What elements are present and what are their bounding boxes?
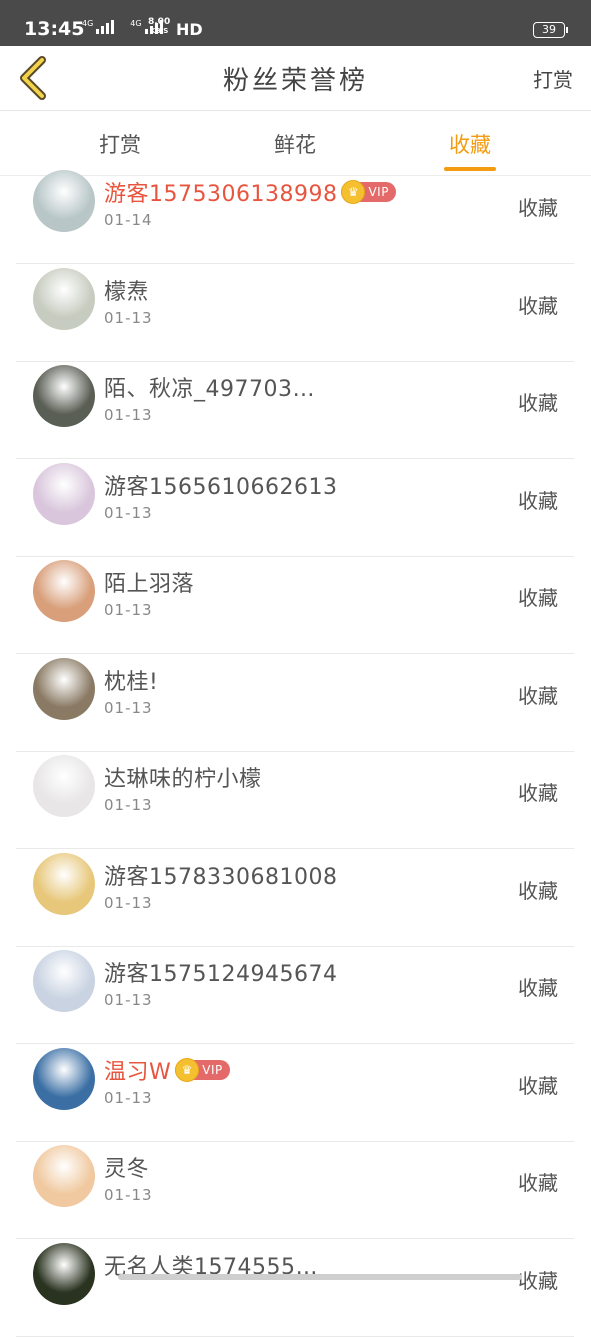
favorite-date: 01-13 — [104, 991, 153, 1009]
vip-badge: ♛ VIP — [341, 180, 396, 204]
user-name: 游客1578330681008 — [104, 859, 337, 891]
user-name-text: 温习W — [104, 1059, 172, 1085]
avatar[interactable] — [33, 365, 95, 427]
list-item[interactable]: 游客1575306138998 ♛ VIP 01-14 收藏 — [16, 166, 574, 264]
list-item[interactable]: 灵冬 01-13 收藏 — [16, 1141, 574, 1239]
favorite-action-label: 收藏 — [518, 1268, 558, 1293]
list-item[interactable]: 檬焘 01-13 收藏 — [16, 264, 574, 362]
avatar[interactable] — [33, 462, 95, 525]
user-name: 温习W ♛ VIP — [104, 1054, 230, 1086]
user-name-text: 游客1575124945674 — [104, 962, 338, 987]
favorite-action-label: 收藏 — [518, 488, 558, 513]
user-name-text: 游客1565610662613 — [104, 474, 338, 500]
list-item[interactable]: 陌、秋凉_497703… 01-13 收藏 — [16, 361, 574, 459]
user-name-text: 檬焘 — [104, 279, 150, 305]
avatar[interactable] — [33, 267, 95, 330]
user-name-text: 陌上羽落 — [104, 572, 195, 597]
vip-badge: ♛ VIP — [175, 1057, 230, 1082]
network-type-label: 4G — [82, 19, 94, 28]
crown-icon: ♛ — [175, 1057, 200, 1082]
user-name-text: 游客1575306138998 — [104, 182, 338, 207]
avatar[interactable] — [33, 852, 95, 915]
avatar[interactable] — [33, 755, 95, 817]
list-item[interactable]: 游客1578330681008 01-13 收藏 — [16, 849, 574, 947]
network-speed: 8.00 KB/S — [148, 18, 170, 36]
list-item[interactable]: 温习W ♛ VIP 01-13 收藏 — [16, 1044, 574, 1142]
vip-label: VIP — [368, 185, 389, 199]
favorite-action-label: 收藏 — [518, 293, 558, 318]
favorite-date: 01-13 — [104, 1186, 153, 1204]
favorite-action-label: 收藏 — [518, 683, 558, 708]
favorite-action-label: 收藏 — [518, 391, 558, 415]
user-name: 陌上羽落 — [104, 566, 194, 598]
favorite-action-label: 收藏 — [518, 1073, 558, 1098]
tab-favorites[interactable]: 收藏 — [410, 129, 530, 159]
favorite-date: 01-14 — [104, 211, 153, 229]
vip-label: VIP — [202, 1062, 223, 1077]
user-name: 枕桂! — [104, 664, 158, 696]
status-bar: 13:45 4G 4G 8.00 KB/S HD 39 — [0, 0, 591, 46]
favorite-action-label: 收藏 — [518, 586, 558, 610]
user-name-text: 灵冬 — [104, 1157, 150, 1182]
favorite-action-label: 收藏 — [518, 781, 558, 805]
list-item[interactable]: 陌上羽落 01-13 收藏 — [16, 556, 574, 654]
favorite-date: 01-13 — [104, 503, 153, 522]
user-name: 檬焘 — [104, 274, 149, 306]
home-indicator — [118, 1274, 522, 1280]
user-name-text: 游客1578330681008 — [104, 864, 338, 890]
favorite-action-label: 收藏 — [518, 196, 558, 220]
avatar[interactable] — [33, 950, 95, 1012]
list-item[interactable]: 达琳味的柠小檬 01-13 收藏 — [16, 751, 574, 849]
user-name-text: 陌、秋凉_497703… — [104, 377, 315, 402]
page-title: 粉丝荣誉榜 — [222, 66, 368, 96]
hd-indicator: HD — [176, 20, 203, 39]
network-type-label: 4G — [130, 19, 142, 28]
user-name: 游客1565610662613 — [104, 469, 337, 501]
favorite-date: 01-13 — [104, 893, 153, 912]
list-item[interactable]: 游客1565610662613 01-13 收藏 — [16, 459, 574, 557]
avatar[interactable] — [33, 560, 95, 622]
avatar[interactable] — [33, 1242, 95, 1305]
user-name: 游客1575124945674 — [104, 956, 337, 988]
user-name: 游客1575306138998 ♛ VIP — [104, 176, 396, 208]
title-bar: 粉丝荣誉榜 打赏 — [0, 46, 591, 111]
favorite-action-label: 收藏 — [518, 1171, 558, 1195]
favorite-date: 01-13 — [104, 308, 153, 327]
speed-value: 8.00 — [148, 17, 171, 27]
avatar[interactable] — [33, 170, 95, 232]
favorite-date: 01-13 — [104, 796, 153, 814]
favorite-date: 01-13 — [104, 1088, 153, 1107]
favorite-date: 01-13 — [104, 698, 153, 717]
status-time: 13:45 — [24, 18, 85, 40]
speed-unit: KB/S — [149, 27, 169, 35]
avatar[interactable] — [33, 1145, 95, 1207]
tab-reward[interactable]: 打赏 — [60, 129, 180, 159]
list-item[interactable]: 游客1575124945674 01-13 收藏 — [16, 946, 574, 1044]
favorite-action-label: 收藏 — [518, 976, 558, 1000]
list-item[interactable]: 无名人类1574555… 收藏 — [16, 1239, 574, 1337]
user-name: 陌、秋凉_497703… — [104, 371, 315, 403]
avatar[interactable] — [33, 657, 95, 720]
battery-icon: 39 — [533, 22, 568, 38]
favorite-action-label: 收藏 — [518, 878, 558, 903]
avatar[interactable] — [33, 1047, 95, 1110]
list-item[interactable]: 枕桂! 01-13 收藏 — [16, 654, 574, 752]
favorite-date: 01-13 — [104, 406, 153, 424]
user-name: 达琳味的柠小檬 — [104, 761, 262, 793]
user-name-text: 枕桂! — [104, 669, 159, 695]
favorite-date: 01-13 — [104, 601, 153, 619]
crown-icon: ♛ — [341, 180, 366, 204]
tab-flowers[interactable]: 鲜花 — [235, 129, 355, 159]
reward-link[interactable]: 打赏 — [533, 64, 573, 93]
user-name: 灵冬 — [104, 1151, 149, 1183]
user-name-text: 达琳味的柠小檬 — [104, 767, 262, 792]
signal-icon: 4G — [82, 19, 115, 34]
